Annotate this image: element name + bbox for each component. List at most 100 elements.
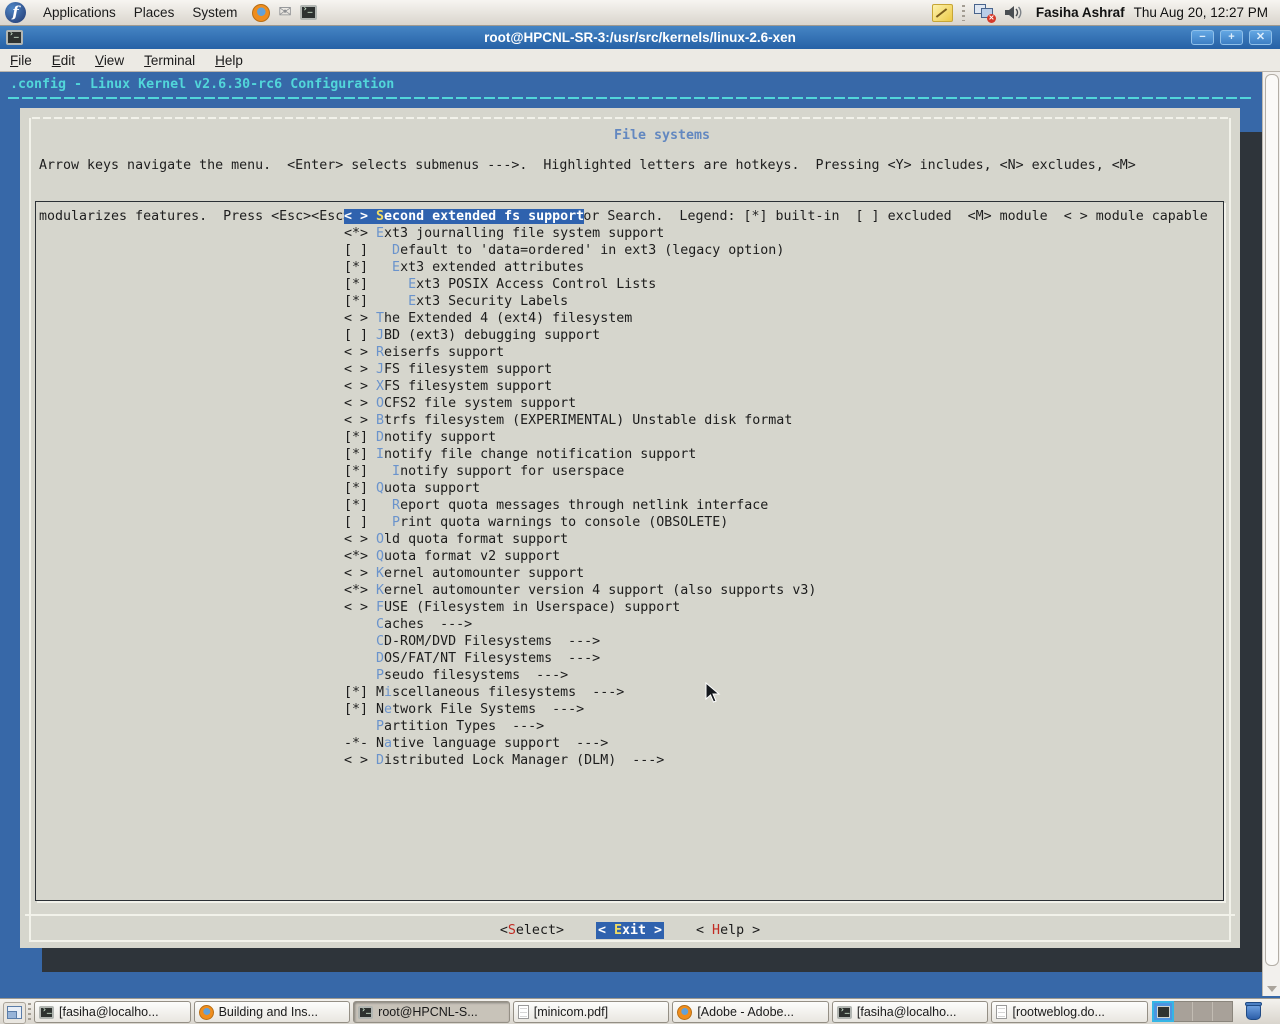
taskbar-separator (28, 1003, 31, 1021)
speaker-icon[interactable] (1004, 4, 1023, 21)
menu-item[interactable]: <*> Ext3 journalling file system support (344, 225, 816, 242)
menu-item[interactable]: [*] Network File Systems ---> (344, 701, 816, 718)
menubar-edit[interactable]: Edit (42, 51, 85, 70)
menu-item[interactable]: Partition Types ---> (344, 718, 816, 735)
menu-item[interactable]: Caches ---> (344, 616, 816, 633)
menu-item[interactable]: [*] Inotify support for userspace (344, 463, 816, 480)
task-button[interactable]: [minicom.pdf] (513, 1001, 670, 1023)
task-label: [fasiha@localho... (857, 1005, 957, 1019)
menu-item[interactable]: [*] Quota support (344, 480, 816, 497)
mail-launcher-icon[interactable] (278, 5, 291, 21)
header-separator (8, 97, 1254, 99)
task-label: root@HPCNL-S... (378, 1005, 478, 1019)
task-label: Building and Ins... (219, 1005, 318, 1019)
window-title: root@HPCNL-SR-3:/usr/src/kernels/linux-2… (0, 30, 1280, 45)
scrollbar-thumb[interactable] (1265, 74, 1279, 966)
firefox-launcher-icon[interactable] (252, 4, 270, 22)
menu-item[interactable]: < > JFS filesystem support (344, 361, 816, 378)
panel-separator (962, 5, 965, 21)
menu-item[interactable]: [*] Dnotify support (344, 429, 816, 446)
menu-item[interactable]: <*> Quota format v2 support (344, 548, 816, 565)
menu-item[interactable]: [ ] JBD (ext3) debugging support (344, 327, 816, 344)
document-icon (518, 1005, 529, 1019)
menu-item[interactable]: <*> Kernel automounter version 4 support… (344, 582, 816, 599)
menu-places[interactable]: Places (125, 2, 184, 23)
task-label: [Adobe - Adobe... (697, 1005, 794, 1019)
desktop-icon (7, 1006, 22, 1019)
note-applet-icon[interactable] (932, 4, 953, 22)
workspace-cell[interactable] (1213, 1002, 1232, 1021)
menubar-file[interactable]: File (0, 51, 42, 70)
menu-item[interactable]: [*] Ext3 POSIX Access Control Lists (344, 276, 816, 293)
task-button[interactable]: [Adobe - Adobe... (672, 1001, 829, 1023)
menu-item[interactable]: < > Kernel automounter support (344, 565, 816, 582)
menu-item[interactable]: [*] Miscellaneous filesystems ---> (344, 684, 816, 701)
menu-item[interactable]: < > Distributed Lock Manager (DLM) ---> (344, 752, 816, 769)
menu-item[interactable]: < > Btrfs filesystem (EXPERIMENTAL) Unst… (344, 412, 816, 429)
workspace-switcher (1152, 1001, 1233, 1022)
task-button[interactable]: [fasiha@localho... (34, 1001, 191, 1023)
menu-item[interactable]: Pseudo filesystems ---> (344, 667, 816, 684)
task-button[interactable]: [rootweblog.do... (991, 1001, 1148, 1023)
minimize-button[interactable]: − (1191, 30, 1214, 45)
menu-list: < > Second extended fs support<*> Ext3 j… (344, 208, 816, 769)
menubar-view[interactable]: View (85, 51, 134, 70)
workspace-window-icon (1157, 1006, 1170, 1018)
menu-item[interactable]: < > FUSE (Filesystem in Userspace) suppo… (344, 599, 816, 616)
task-button[interactable]: [fasiha@localho... (832, 1001, 989, 1023)
help-button[interactable]: < Help > (696, 923, 760, 938)
workspace-cell[interactable] (1173, 1002, 1193, 1021)
menu-item[interactable]: [ ] Default to 'data=ordered' in ext3 (l… (344, 242, 816, 259)
menu-item[interactable]: < > Old quota format support (344, 531, 816, 548)
terminal-icon (358, 1006, 373, 1019)
menu-item[interactable]: [*] Inotify file change notification sup… (344, 446, 816, 463)
workspace-cell[interactable] (1193, 1002, 1213, 1021)
window-titlebar[interactable]: root@HPCNL-SR-3:/usr/src/kernels/linux-2… (0, 26, 1280, 49)
config-header: .config - Linux Kernel v2.6.30-rc6 Confi… (10, 76, 394, 93)
scrollbar-down-arrow[interactable] (1267, 986, 1277, 992)
maximize-button[interactable]: + (1220, 30, 1243, 45)
terminal-icon (837, 1006, 852, 1019)
task-button[interactable]: root@HPCNL-S... (353, 1001, 510, 1023)
bottom-taskbar: [fasiha@localho... Building and Ins... roo… (0, 998, 1280, 1024)
menu-item[interactable]: < > Second extended fs support (344, 208, 816, 225)
show-desktop-button[interactable] (3, 1002, 26, 1024)
menu-item[interactable]: [ ] Print quota warnings to console (OBS… (344, 514, 816, 531)
menu-applications[interactable]: Applications (34, 2, 125, 23)
clock-applet[interactable]: Thu Aug 20, 12:27 PM (1134, 5, 1272, 20)
menu-item[interactable]: < > Reiserfs support (344, 344, 816, 361)
menu-item[interactable]: [*] Ext3 extended attributes (344, 259, 816, 276)
menu-item[interactable]: < > XFS filesystem support (344, 378, 816, 395)
menu-item[interactable]: [*] Ext3 Security Labels (344, 293, 816, 310)
firefox-icon (199, 1005, 214, 1020)
network-status-icon[interactable] (974, 4, 995, 21)
fedora-logo-icon[interactable]: f (5, 2, 26, 23)
exit-button[interactable]: < Exit > (596, 922, 664, 939)
task-label: [fasiha@localho... (59, 1005, 159, 1019)
trash-icon[interactable] (1245, 1001, 1263, 1021)
menubar-terminal[interactable]: Terminal (134, 51, 205, 70)
button-separator (25, 914, 1235, 916)
task-button[interactable]: Building and Ins... (194, 1001, 351, 1023)
menu-system[interactable]: System (183, 2, 246, 23)
firefox-icon (677, 1005, 692, 1020)
terminal-icon (39, 1006, 54, 1019)
menu-item[interactable]: [*] Report quota messages through netlin… (344, 497, 816, 514)
menubar-help[interactable]: Help (205, 51, 253, 70)
task-list: [fasiha@localho... Building and Ins... roo… (34, 1001, 1148, 1023)
task-label: [minicom.pdf] (534, 1005, 608, 1019)
menu-item[interactable]: CD-ROM/DVD Filesystems ---> (344, 633, 816, 650)
terminal-launcher-icon[interactable] (300, 5, 317, 20)
menu-item[interactable]: -*- Native language support ---> (344, 735, 816, 752)
user-switcher[interactable]: Fasiha Ashraf (1036, 5, 1125, 20)
menu-item[interactable]: DOS/FAT/NT Filesystems ---> (344, 650, 816, 667)
menu-item[interactable]: < > OCFS2 file system support (344, 395, 816, 412)
dialog-buttons: <Select> < Exit > < Help > (20, 922, 1240, 939)
workspace-cell[interactable] (1153, 1002, 1173, 1021)
terminal-scrollbar[interactable] (1262, 72, 1280, 996)
close-button[interactable]: ✕ (1249, 30, 1272, 45)
menuconfig-dialog: File systems Arrow keys navigate the men… (20, 108, 1240, 948)
menu-item[interactable]: < > The Extended 4 (ext4) filesystem (344, 310, 816, 327)
select-button[interactable]: <Select> (500, 923, 564, 938)
terminal-window: root@HPCNL-SR-3:/usr/src/kernels/linux-2… (0, 26, 1280, 996)
